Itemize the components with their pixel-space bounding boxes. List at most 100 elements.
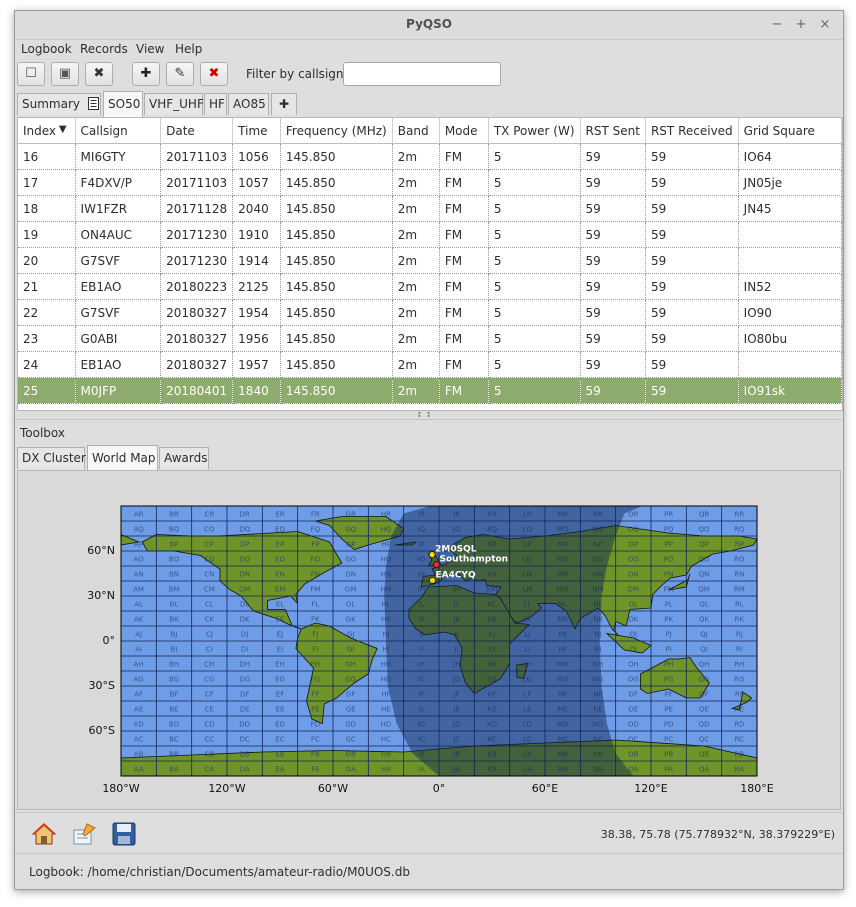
tab-awards[interactable]: Awards: [159, 447, 209, 469]
grid-square-label: OE: [628, 706, 638, 714]
column-header-date[interactable]: Date: [160, 118, 234, 144]
grid-square-label: OF: [629, 691, 639, 699]
table-cell: 145.850: [280, 143, 393, 170]
open-logbook-button[interactable]: ▣: [51, 62, 79, 86]
tab-world-map[interactable]: World Map: [87, 445, 158, 471]
delete-record-button[interactable]: ✖: [200, 62, 228, 86]
grid-square-label: BD: [169, 721, 179, 729]
tab-ao85-label: AO85: [233, 97, 266, 111]
grid-square-label: FR: [311, 511, 320, 519]
table-cell: IO91sk: [738, 377, 842, 404]
grid-square-label: FF: [311, 691, 319, 699]
table-cell: 145.850: [280, 377, 393, 404]
home-icon[interactable]: [31, 822, 57, 846]
tab-hf[interactable]: HF: [204, 93, 227, 115]
tab-hf-label: HF: [209, 97, 225, 111]
new-logbook-button[interactable]: ☐: [17, 62, 45, 86]
menu-records[interactable]: Records: [80, 42, 128, 56]
tab-so50-label: SO50: [108, 97, 141, 111]
column-header-band[interactable]: Band: [392, 118, 440, 144]
grid-square-label: EF: [276, 691, 284, 699]
table-cell: 1957: [232, 351, 281, 378]
grid-square-label: QJ: [700, 631, 708, 639]
marker-label: Southampton: [440, 555, 509, 565]
table-row[interactable]: 18 IW1FZR 20171128 2040 145.850 2m FM 5 59 59 JN45: [18, 195, 842, 222]
column-header-rst-sent[interactable]: RST Sent: [580, 118, 646, 144]
table-cell: F4DXV/P: [75, 169, 162, 196]
grid-square-label: RR: [734, 511, 744, 519]
menu-logbook[interactable]: Logbook: [21, 42, 72, 56]
grid-square-label: FD: [311, 721, 320, 729]
table-cell: 24: [18, 351, 76, 378]
table-row[interactable]: 20 G7SVF 20171230 1914 145.850 2m FM 5 59 59: [18, 247, 842, 274]
table-row[interactable]: 23 G0ABI 20180327 1956 145.850 2m FM 5 59 59 IO80b…: [18, 325, 842, 352]
table-cell: [738, 351, 842, 378]
grid-square-label: QF: [699, 691, 709, 699]
column-header-rst-received[interactable]: RST Received: [645, 118, 739, 144]
table-cell: JN45: [738, 195, 842, 222]
table-row[interactable]: 16 MI6GTY 20171103 1056 145.850 2m FM 5 59 59 IO64: [18, 143, 842, 170]
table-row[interactable]: 22 G7SVF 20180327 1954 145.850 2m FM 5 59 59 IO90: [18, 299, 842, 326]
tab-awards-label: Awards: [164, 451, 208, 465]
tab-dx-cluster[interactable]: DX Cluster: [17, 447, 86, 469]
close-logbook-button[interactable]: ✖: [85, 62, 113, 86]
grid-square-label: BA: [169, 766, 179, 774]
table-row[interactable]: 17 F4DXV/P 20171103 1057 145.850 2m FM 5 59 59 JN0…: [18, 169, 842, 196]
new-tab-button[interactable]: ✚: [271, 93, 297, 115]
world-map[interactable]: AR AQ AP AO AN AM AL AK AJ AI AH AG AF AE AD AC AB AA BR BQ…: [18, 471, 840, 809]
grid-square-label: EO: [275, 556, 285, 564]
tab-so50[interactable]: SO50: [103, 91, 143, 117]
table-cell: IW1FZR: [75, 195, 162, 222]
maximize-icon[interactable]: +: [793, 17, 809, 33]
table-row[interactable]: 19 ON4AUC 20171230 1910 145.850 2m FM 5 59 59: [18, 221, 842, 248]
table-cell: 2125: [232, 273, 281, 300]
table-row[interactable]: 24 EB1AO 20180327 1957 145.850 2m FM 5 59 59: [18, 351, 842, 378]
column-header-tx-power-w[interactable]: TX Power (W): [488, 118, 581, 144]
grid-square-label: GI: [347, 646, 355, 654]
add-record-button[interactable]: ✚: [132, 62, 160, 86]
table-cell: 25: [18, 377, 76, 404]
tab-vhf-uhf[interactable]: VHF_UHF: [144, 93, 204, 115]
grid-square-label: PG: [664, 676, 674, 684]
grid-square-label: PI: [666, 646, 672, 654]
column-header-time[interactable]: Time: [232, 118, 281, 144]
records-table: Index ▼ Callsign Date Time Frequency (MHz) Ban…: [17, 117, 843, 411]
column-header-frequency-mhz[interactable]: Frequency (MHz): [280, 118, 393, 144]
column-header-mode[interactable]: Mode: [439, 118, 489, 144]
grid-square-label: GK: [346, 616, 356, 624]
grid-square-label: EP: [276, 541, 285, 549]
table-cell: EB1AO: [75, 351, 162, 378]
callsign-filter-input[interactable]: [343, 62, 501, 86]
edit-record-icon: ✎: [174, 66, 186, 81]
table-cell: 59: [580, 221, 646, 248]
grid-square-label: FN: [311, 571, 320, 579]
close-window-icon[interactable]: ×: [817, 17, 833, 33]
grid-square-label: AH: [134, 661, 144, 669]
grid-square-label: PD: [664, 721, 674, 729]
table-row[interactable]: 21 EB1AO 20180223 2125 145.850 2m FM 5 59 59 IN52: [18, 273, 842, 300]
grid-square-label: BH: [169, 661, 179, 669]
column-header-grid-square[interactable]: Grid Square: [738, 118, 842, 144]
minimize-icon[interactable]: −: [769, 17, 785, 33]
pyqso-window: PyQSO − + × Logbook Records View Help ☐ …: [14, 10, 844, 890]
column-header-index[interactable]: Index ▼: [18, 118, 76, 144]
edit-record-button[interactable]: ✎: [166, 62, 194, 86]
latitude-label: 30°S: [88, 679, 115, 692]
grid-square-label: AP: [134, 541, 143, 549]
column-header-callsign[interactable]: Callsign: [75, 118, 162, 144]
configure-icon[interactable]: [71, 822, 97, 846]
menu-view[interactable]: View: [136, 42, 164, 56]
table-cell: 1954: [232, 299, 281, 326]
tab-vhf-uhf-label: VHF_UHF: [149, 97, 204, 111]
tab-ao85[interactable]: AO85: [228, 93, 269, 115]
tab-summary[interactable]: Summary: [17, 93, 101, 115]
save-icon[interactable]: [111, 822, 137, 846]
menu-help[interactable]: Help: [175, 42, 202, 56]
grid-square-label: FE: [311, 706, 319, 714]
table-row[interactable]: 25 M0JFP 20180401 1840 145.850 2m FM 5 59 59 IO91s…: [18, 377, 842, 404]
table-cell: FM: [439, 221, 489, 248]
grid-square-label: DL: [240, 601, 249, 609]
table-cell: 2m: [392, 247, 440, 274]
pane-resize-grip[interactable]: • • • •: [417, 410, 441, 421]
toolbar: ☐ ▣ ✖ ✚ ✎ ✖ Filter by callsign:: [15, 61, 843, 89]
